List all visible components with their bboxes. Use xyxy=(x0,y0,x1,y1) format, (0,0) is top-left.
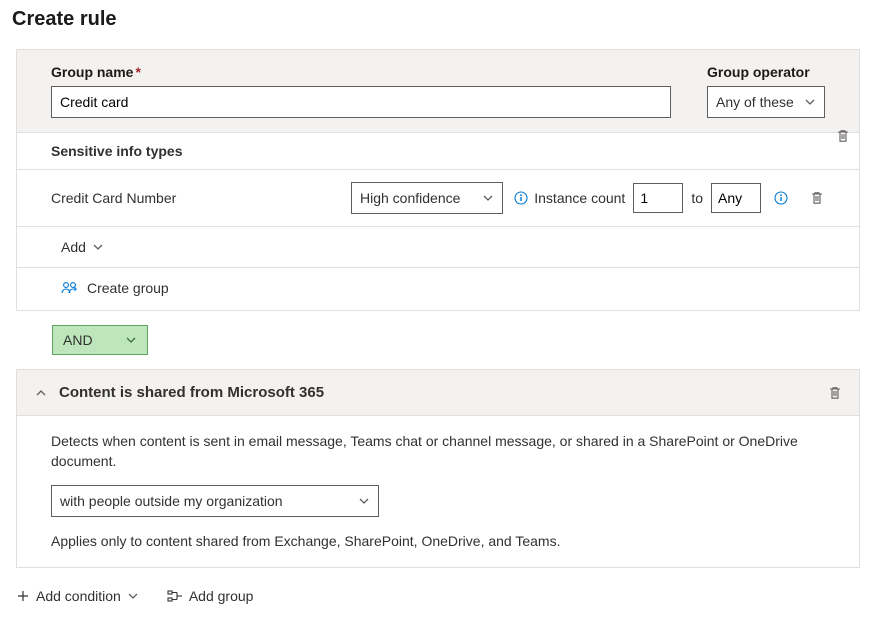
sit-name: Credit Card Number xyxy=(51,190,351,206)
group-header: Group name* Group operator Any of these xyxy=(17,50,859,132)
condition-description: Detects when content is sent in email me… xyxy=(51,432,825,471)
delete-group-icon[interactable] xyxy=(835,128,851,144)
condition-title: Content is shared from Microsoft 365 xyxy=(59,384,817,401)
chevron-down-icon xyxy=(358,495,370,507)
logic-operator-select[interactable]: AND xyxy=(52,325,148,355)
group-operator-select[interactable]: Any of these xyxy=(707,86,825,118)
share-scope-select[interactable]: with people outside my organization xyxy=(51,485,379,517)
group-panel: Group name* Group operator Any of these xyxy=(16,49,860,311)
add-group-button[interactable]: Add group xyxy=(167,588,254,604)
group-icon xyxy=(167,589,183,603)
confidence-select[interactable]: High confidence xyxy=(351,182,503,214)
chevron-down-icon xyxy=(804,96,816,108)
instance-count-label: Instance count xyxy=(534,190,625,206)
delete-condition-icon[interactable] xyxy=(827,385,843,401)
condition-note: Applies only to content shared from Exch… xyxy=(51,533,825,549)
add-condition-button[interactable]: Add condition xyxy=(16,588,139,604)
page-title: Create rule xyxy=(12,8,860,31)
sensitive-info-types-header: Sensitive info types xyxy=(17,132,859,169)
group-operator-label: Group operator xyxy=(707,64,825,80)
chevron-down-icon xyxy=(127,590,139,602)
add-sit-button[interactable]: Add xyxy=(61,239,104,255)
create-group-button[interactable]: Create group xyxy=(61,280,169,296)
condition-panel: Content is shared from Microsoft 365 Det… xyxy=(16,369,860,568)
instance-max-input[interactable] xyxy=(711,183,761,213)
required-asterisk: * xyxy=(135,64,140,80)
create-group-icon xyxy=(61,281,79,295)
to-label: to xyxy=(691,190,703,206)
group-name-input[interactable] xyxy=(51,86,671,118)
chevron-down-icon xyxy=(92,241,104,253)
info-icon[interactable] xyxy=(773,190,789,206)
group-name-label: Group name* xyxy=(51,64,671,80)
chevron-down-icon xyxy=(482,192,494,204)
instance-min-input[interactable] xyxy=(633,183,683,213)
info-icon[interactable] xyxy=(513,190,529,206)
plus-icon xyxy=(16,589,30,603)
collapse-toggle[interactable] xyxy=(33,385,49,401)
sit-row: Credit Card Number High confidence Insta… xyxy=(17,169,859,226)
delete-sit-icon[interactable] xyxy=(809,190,825,206)
chevron-down-icon xyxy=(125,334,137,346)
